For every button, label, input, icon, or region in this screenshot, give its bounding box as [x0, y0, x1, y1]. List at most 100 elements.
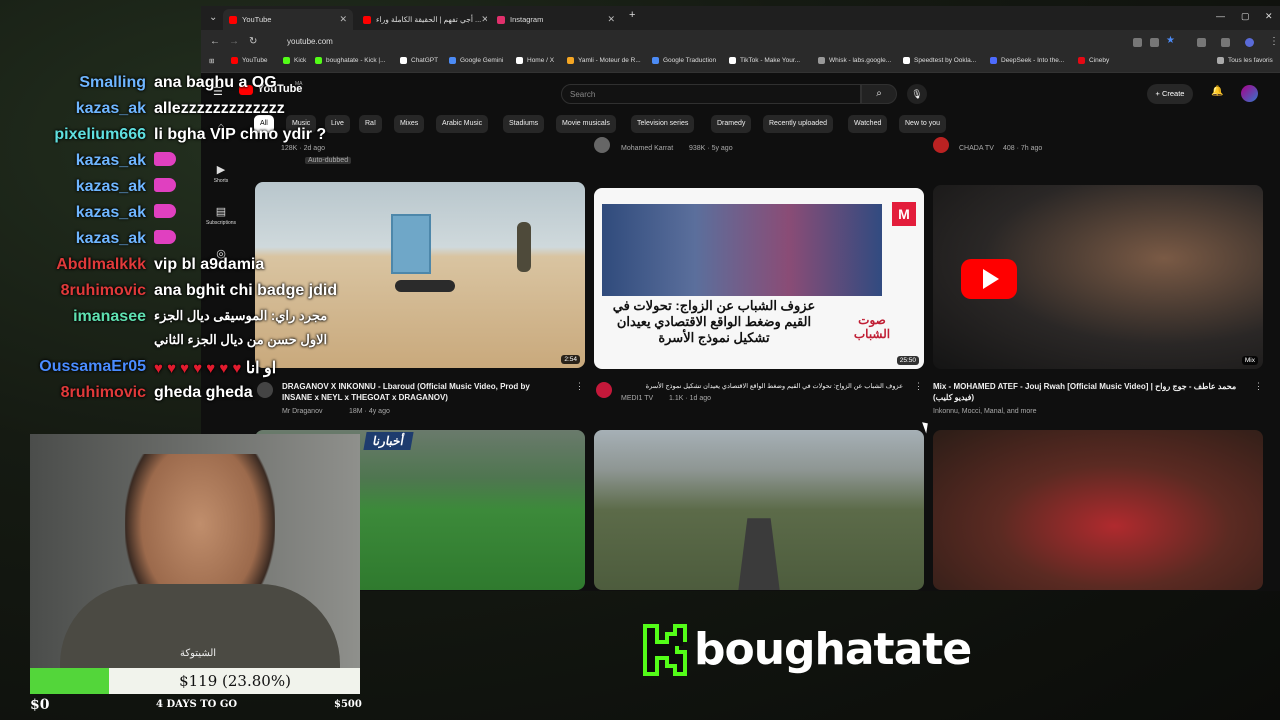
bookmark-label: Kick — [294, 57, 307, 64]
speedtest-icon — [903, 57, 910, 64]
create-button[interactable]: + Create — [1147, 84, 1193, 104]
video-title[interactable]: عزوف الشباب عن الزواج: تحولات في القيم و… — [621, 381, 903, 392]
thumb-headline: عزوف الشباب عن الزواج: تحولات في القيم و… — [612, 298, 816, 345]
extensions-icon[interactable] — [1197, 38, 1206, 47]
chip-television-series[interactable]: Television series — [631, 115, 695, 133]
chat-text: ana bghit chi badge jdid — [154, 282, 338, 299]
bookmark-deepseek[interactable]: DeepSeek - Into the... — [990, 57, 1064, 64]
close-icon[interactable]: ✕ — [607, 14, 615, 25]
channel-name[interactable]: Inkonnu, Mocci, Manal, and more — [933, 408, 1037, 415]
bookmark-label: Yamli - Moteur de R... — [578, 57, 641, 64]
channel-name[interactable]: CHADA TV — [959, 145, 994, 152]
channel-name[interactable]: Mr Draganov — [282, 408, 322, 415]
video-thumbnail[interactable] — [594, 430, 924, 590]
deepseek-icon — [990, 57, 997, 64]
video-thumbnail[interactable] — [933, 430, 1263, 590]
chat-emote-wrap — [154, 152, 176, 170]
channel-name[interactable]: MEDI1 TV — [621, 395, 653, 402]
chat-message: kazas_ak — [0, 204, 360, 229]
avatar[interactable] — [1241, 85, 1258, 102]
install-icon[interactable] — [1150, 38, 1159, 47]
bookmark-whisk[interactable]: Whisk - labs.google... — [818, 57, 891, 64]
more-icon[interactable]: ⋮ — [1254, 381, 1263, 392]
bookmark-label: Home / X — [527, 57, 555, 64]
new-tab-button[interactable]: + — [629, 9, 635, 21]
chip-recently-uploaded[interactable]: Recently uploaded — [763, 115, 833, 133]
chat-user: Abdlmalkkk — [56, 256, 146, 273]
bookmark-tiktok[interactable]: TikTok - Make Your... — [729, 57, 800, 64]
search-icon[interactable]: ⌕ — [861, 84, 897, 104]
tab-search-icon[interactable]: ⌄ — [209, 12, 217, 23]
tab-youtube[interactable]: YouTube ✕ — [223, 9, 353, 30]
chat-message: الاول حسن من ديال الجزء الثاني — [0, 332, 360, 357]
goal-max: $500 — [334, 699, 362, 710]
chat-text: gheda gheda — [154, 384, 253, 401]
chip-movie-musicals[interactable]: Movie musicals — [556, 115, 616, 133]
channel-name[interactable]: Mohamed Karrat — [621, 145, 673, 152]
bookmark-label: Google Gemini — [460, 57, 504, 64]
bookmark-kick[interactable]: Kick — [283, 57, 306, 64]
more-icon[interactable]: ⋮ — [575, 381, 584, 392]
close-icon[interactable]: ✕ — [339, 14, 347, 25]
more-icon[interactable]: ⋮ — [914, 381, 923, 392]
minimize-icon[interactable]: — — [1216, 11, 1225, 21]
x-icon — [516, 57, 523, 64]
close-window-icon[interactable]: ✕ — [1265, 11, 1273, 22]
channel-avatar[interactable] — [596, 382, 612, 398]
tab-bar: ⌄ YouTube ✕ أجي تفهم | الحقيقة الكاملة و… — [201, 6, 1280, 30]
chat-user: imanasee — [73, 308, 146, 325]
bookmark-boughatate[interactable]: boughatate - Kick |... — [315, 57, 386, 64]
tab-label: Instagram — [510, 15, 544, 24]
chat-text: allezzzzzzzzzzzzz — [154, 100, 285, 117]
all-bookmarks[interactable]: Tous les favoris — [1217, 57, 1273, 64]
thumb-label: أخبارنا — [363, 432, 414, 450]
chat-message: Abdlmalkkk vip bl a9damia — [0, 256, 360, 281]
forward-icon[interactable]: → — [229, 36, 239, 47]
translate-icon[interactable] — [1133, 38, 1142, 47]
video-thumbnail[interactable]: M عزوف الشباب عن الزواج: تحولات في القيم… — [594, 188, 924, 369]
bookmark-label: ChatGPT — [411, 57, 439, 64]
apps-icon[interactable]: ⊞ — [209, 57, 214, 65]
chip-rai[interactable]: Raï — [359, 115, 382, 133]
emote-icon — [154, 152, 176, 167]
chip-stadiums[interactable]: Stadiums — [503, 115, 545, 133]
bookmark-gemini[interactable]: Google Gemini — [449, 57, 503, 64]
bookmark-cineby[interactable]: Cineby — [1078, 57, 1109, 64]
close-icon[interactable]: ✕ — [481, 14, 487, 25]
menu-icon[interactable]: ⋮ — [1269, 36, 1279, 47]
road — [737, 518, 781, 590]
back-icon[interactable]: ← — [210, 36, 220, 47]
bookmark-youtube[interactable]: YouTube — [231, 57, 268, 64]
chip-new-to-you[interactable]: New to you — [899, 115, 947, 133]
bell-icon[interactable]: 🔔 — [1211, 86, 1223, 97]
bookmark-translate[interactable]: Google Traduction — [652, 57, 716, 64]
reload-icon[interactable]: ↻ — [249, 36, 257, 47]
mic-icon[interactable]: 🎙 — [907, 84, 927, 104]
chatgpt-icon — [400, 57, 407, 64]
chat-message: kazas_ak — [0, 178, 360, 203]
chip-mixes[interactable]: Mixes — [394, 115, 425, 133]
kick-icon — [283, 57, 290, 64]
bookmark-star-icon[interactable]: ★ — [1166, 35, 1175, 46]
bookmark-x[interactable]: Home / X — [516, 57, 554, 64]
bookmark-speedtest[interactable]: Speedtest by Ookla... — [903, 57, 976, 64]
profile-icon[interactable] — [1245, 38, 1254, 47]
search-input[interactable]: Search — [561, 84, 861, 104]
chip-watched[interactable]: Watched — [848, 115, 888, 133]
bookmark-yamli[interactable]: Yamli - Moteur de R... — [567, 57, 641, 64]
bookmark-chatgpt[interactable]: ChatGPT — [400, 57, 438, 64]
video-thumbnail[interactable]: Mix — [933, 185, 1263, 369]
url-field[interactable]: youtube.com — [277, 34, 1197, 50]
video-title[interactable]: Mix - MOHAMED ATEF - Jouj Rwah [Official… — [933, 381, 1253, 403]
channel-avatar[interactable] — [594, 137, 610, 153]
kick-logo-icon — [643, 624, 687, 676]
bookmark-label: DeepSeek - Into the... — [1001, 57, 1065, 64]
tab-arabic-video[interactable]: أجي تفهم | الحقيقة الكاملة وراء ... ✕ — [357, 9, 487, 30]
channel-avatar[interactable] — [933, 137, 949, 153]
sidepanel-icon[interactable] — [1221, 38, 1230, 47]
tab-instagram[interactable]: Instagram ✕ — [491, 9, 621, 30]
heart-icons: ♥ ♥ ♥ ♥ ♥ ♥ ♥ — [154, 360, 242, 377]
chip-dramedy[interactable]: Dramedy — [711, 115, 752, 133]
chip-arabic-music[interactable]: Arabic Music — [436, 115, 489, 133]
maximize-icon[interactable]: ▢ — [1241, 11, 1250, 22]
